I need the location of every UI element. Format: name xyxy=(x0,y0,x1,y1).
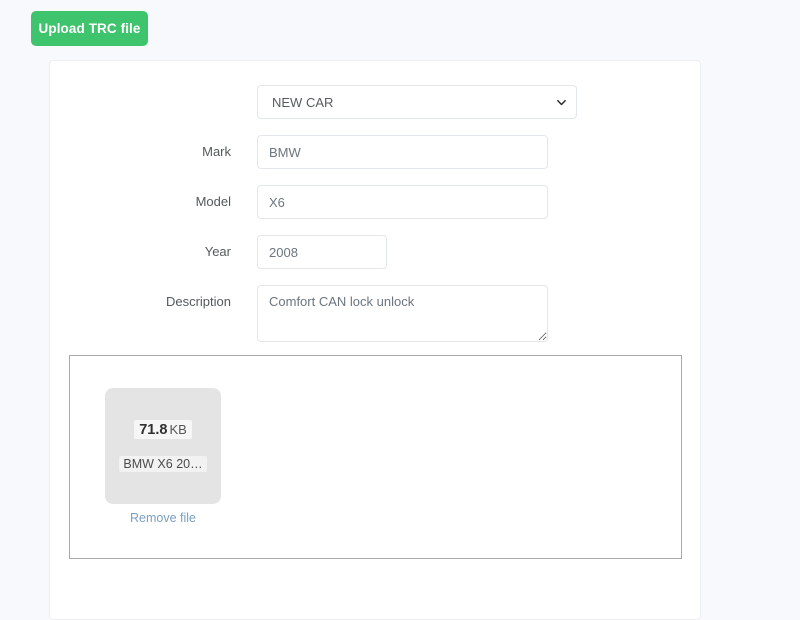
file-size-unit: KB xyxy=(169,422,187,437)
description-label: Description xyxy=(165,294,231,309)
model-label: Model xyxy=(195,194,231,209)
car-type-row: NEW CAR xyxy=(50,85,577,119)
file-size: 71.8 KB xyxy=(134,420,192,439)
remove-file-link[interactable]: Remove file xyxy=(105,511,221,525)
car-type-select[interactable]: NEW CAR xyxy=(257,85,577,119)
upload-trc-file-button[interactable]: Upload TRC file xyxy=(31,11,148,46)
year-input[interactable] xyxy=(257,235,387,269)
file-dropzone[interactable]: 71.8 KB BMW X6 20… Remove file xyxy=(69,355,682,559)
file-thumbnail[interactable]: 71.8 KB BMW X6 20… xyxy=(105,388,221,504)
mark-input[interactable] xyxy=(257,135,548,169)
description-row: Description xyxy=(50,285,548,342)
file-size-number: 71.8 xyxy=(139,422,168,438)
model-input[interactable] xyxy=(257,185,548,219)
uploaded-file-item: 71.8 KB BMW X6 20… Remove file xyxy=(105,388,221,525)
car-select-wrapper: NEW CAR xyxy=(257,85,577,119)
description-textarea[interactable] xyxy=(257,285,548,342)
form-panel: NEW CAR Mark Model Year Description 71.8… xyxy=(49,60,701,620)
mark-row: Mark xyxy=(50,135,548,169)
model-row: Model xyxy=(50,185,548,219)
file-name: BMW X6 20… xyxy=(119,456,207,472)
year-row: Year xyxy=(50,235,387,269)
mark-label: Mark xyxy=(202,144,231,159)
year-label: Year xyxy=(204,244,231,259)
